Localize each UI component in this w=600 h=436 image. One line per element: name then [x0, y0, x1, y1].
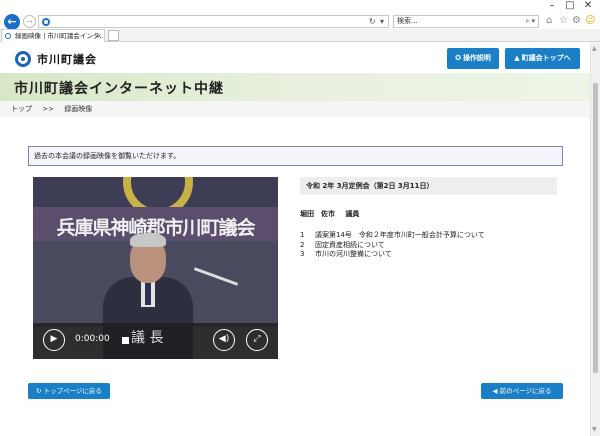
speaker-tie: [145, 281, 151, 305]
back-arrow-icon[interactable]: ←: [4, 14, 20, 30]
notice-box: 過去の本会議の録画映像を御覧いただけます。: [28, 146, 563, 166]
speaker-hair: [130, 233, 166, 247]
maximize-icon[interactable]: □: [564, 0, 576, 12]
video-controls: ▶ 0:00:00 議 長 ◀) ⤢: [33, 323, 278, 359]
agenda-text: 市川の河川整備について: [315, 250, 392, 258]
microphone: [193, 267, 239, 286]
refresh-icon[interactable]: ↻: [369, 16, 376, 27]
page-title: 市川町議会インターネット中継: [14, 81, 224, 97]
home-link-icon: ▲: [514, 54, 520, 62]
new-tab-button[interactable]: [108, 30, 119, 41]
fullscreen-icon[interactable]: ⤢: [246, 329, 268, 351]
agenda-number: 1: [300, 231, 305, 239]
scroll-thumb[interactable]: [593, 83, 598, 373]
town-emblem-icon: [15, 51, 31, 67]
back-to-top-label: トップページに戻る: [43, 387, 102, 395]
help-button-label: 操作説明: [462, 54, 491, 62]
favorites-star-icon[interactable]: ☆: [559, 15, 568, 27]
speaker-role: 議員: [345, 210, 360, 218]
tab-favicon-icon: [5, 33, 11, 39]
breadcrumb-current: 録画映像: [64, 105, 93, 113]
play-icon[interactable]: ▶: [43, 329, 65, 351]
list-item: 3 市川の河川整備について: [300, 250, 580, 260]
tab-title: 録画映像 | 市川町議会インタ...: [15, 32, 105, 40]
breadcrumb-top[interactable]: トップ: [11, 105, 32, 113]
minimize-icon[interactable]: –: [546, 0, 558, 12]
scroll-up-icon[interactable]: ▲: [592, 45, 597, 52]
title-band: 市川町議会インターネット中継: [0, 73, 590, 101]
vertical-scrollbar[interactable]: ▲ ▼: [590, 43, 600, 436]
tab-current[interactable]: 録画映像 | 市川町議会インタ... ×: [1, 29, 105, 42]
speaker-name: 堀田 佐市: [300, 210, 335, 218]
site-header: 市川町議会 ✪ 操作説明 ▲ 町議会トップへ: [0, 43, 590, 73]
close-icon[interactable]: ✕: [582, 0, 594, 12]
settings-gear-icon[interactable]: ⚙: [572, 15, 581, 27]
list-item: 1 議案第14号 令和２年度市川町一般会計予算について: [300, 231, 580, 241]
scroll-down-icon[interactable]: ▼: [592, 426, 597, 433]
tab-close-icon[interactable]: ×: [96, 30, 102, 42]
video-nameplate: 議 長: [131, 330, 164, 346]
council-top-label: 町議会トップへ: [521, 54, 571, 62]
smiley-feedback-icon[interactable]: ☺: [585, 15, 595, 27]
url-input[interactable]: ↻ ▾: [38, 15, 389, 28]
video-time: 0:00:00: [75, 334, 110, 344]
agenda-number: 2: [300, 240, 305, 249]
agenda-list: 1 議案第14号 令和２年度市川町一般会計予算について 2 固定資産相続について 3…: [300, 231, 580, 260]
agenda-text: 固定資産相続について: [315, 240, 385, 249]
triangle-left-icon: ◀: [492, 387, 500, 395]
forward-arrow-icon[interactable]: →: [23, 15, 36, 28]
search-placeholder: 検索...: [397, 17, 418, 25]
site-favicon-icon: [42, 18, 50, 26]
back-to-previous-button[interactable]: ◀ 前のページに戻る: [481, 383, 563, 399]
list-item: 2 固定資産相続について: [300, 241, 580, 251]
refresh-arrow-icon: ↻: [36, 387, 44, 395]
back-to-top-button[interactable]: ↻ トップページに戻る: [28, 383, 110, 399]
speaker-info: 堀田 佐市 議員: [300, 209, 367, 219]
dropdown-icon[interactable]: ▾: [380, 16, 384, 27]
video-player[interactable]: 兵庫県神崎郡市川町議会 ▶ 0:00:00 議 長 ◀) ⤢: [33, 177, 278, 359]
volume-icon[interactable]: ◀): [213, 329, 235, 351]
help-icon: ✪: [455, 54, 461, 62]
breadcrumb-separator: >>: [42, 105, 54, 113]
council-top-button[interactable]: ▲ 町議会トップへ: [505, 48, 580, 69]
home-icon[interactable]: ⌂: [546, 15, 552, 27]
browser-search-input[interactable]: 検索... ⌕ ▾: [393, 15, 539, 28]
agenda-number: 3: [300, 250, 305, 258]
page-content: 市川町議会 ✪ 操作説明 ▲ 町議会トップへ 市川町議会インターネット中継 トップ …: [0, 43, 590, 436]
session-heading: 令和 2年 3月定例会（第2日 3月11日）: [300, 177, 557, 195]
breadcrumb: トップ >> 録画映像: [0, 101, 590, 117]
agenda-text: 議案第14号 令和２年度市川町一般会計予算について: [315, 231, 485, 239]
back-to-previous-label: 前のページに戻る: [499, 387, 552, 395]
search-icon[interactable]: ⌕ ▾: [525, 16, 535, 27]
help-button[interactable]: ✪ 操作説明: [447, 48, 499, 69]
window-titlebar: – □ ✕: [0, 0, 600, 13]
progress-handle[interactable]: [122, 337, 129, 344]
tab-strip: 録画映像 | 市川町議会インタ... ×: [0, 29, 600, 42]
logo-text[interactable]: 市川町議会: [37, 51, 97, 67]
